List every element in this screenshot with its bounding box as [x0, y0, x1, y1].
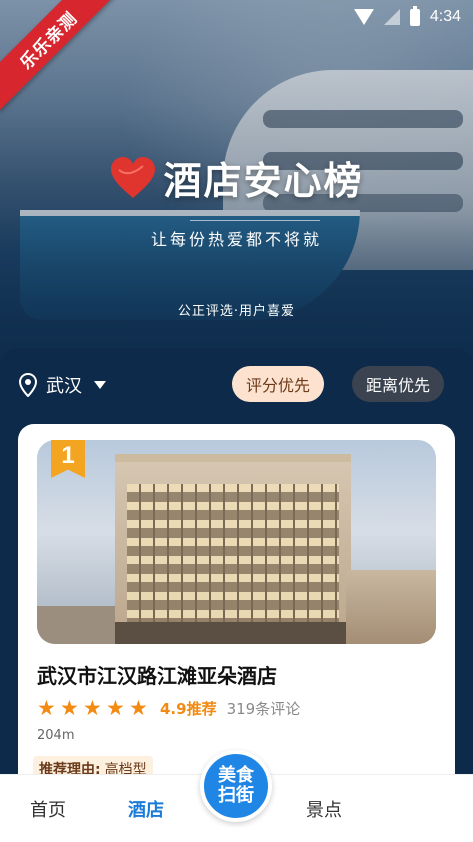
hotel-score: 4.9推荐 [160, 700, 217, 718]
divider [190, 220, 320, 221]
battery-icon [409, 5, 420, 26]
sort-by-distance-button[interactable]: 距离优先 [352, 366, 445, 402]
status-time: 4:34 [429, 8, 461, 25]
food-street-label-bottom: 扫街 [218, 785, 254, 806]
hotel-distance: 204m [37, 728, 75, 743]
food-street-button[interactable]: 美食 扫街 [200, 750, 272, 822]
star-icon: ★ [106, 696, 125, 720]
city-selector[interactable]: 武汉 [18, 372, 106, 398]
hero-title: 酒店安心榜 [163, 159, 364, 203]
rating-row: ★ ★ ★ ★ ★ 4.9推荐 319条评论 [37, 698, 300, 719]
hotel-photo[interactable] [37, 440, 436, 644]
star-icon: ★ [129, 696, 148, 720]
hero-tagline: 公正评选·用户喜爱 [177, 304, 296, 319]
status-bar: 4:34 [353, 5, 461, 28]
chevron-down-icon [94, 381, 106, 389]
review-count: 319条评论 [226, 700, 301, 718]
hotel-name[interactable]: 武汉市江汉路江滩亚朵酒店 [37, 660, 277, 689]
location-pin-icon [18, 373, 38, 397]
signal-icon [383, 9, 400, 25]
heart-icon [111, 156, 156, 198]
tab-hotel[interactable]: 酒店 [128, 796, 164, 822]
wifi-icon [353, 9, 374, 25]
tab-attractions[interactable]: 景点 [306, 796, 342, 822]
star-icon: ★ [83, 696, 102, 720]
hero-title-row: 酒店安心榜 [0, 150, 473, 205]
tab-home[interactable]: 首页 [30, 796, 66, 822]
star-icon: ★ [37, 696, 56, 720]
city-label: 武汉 [46, 376, 82, 397]
sort-by-score-button[interactable]: 评分优先 [232, 366, 325, 402]
star-icon: ★ [60, 696, 79, 720]
hero-subtitle: 让每份热爱都不将就 [150, 230, 322, 249]
food-street-label-top: 美食 [218, 765, 254, 786]
